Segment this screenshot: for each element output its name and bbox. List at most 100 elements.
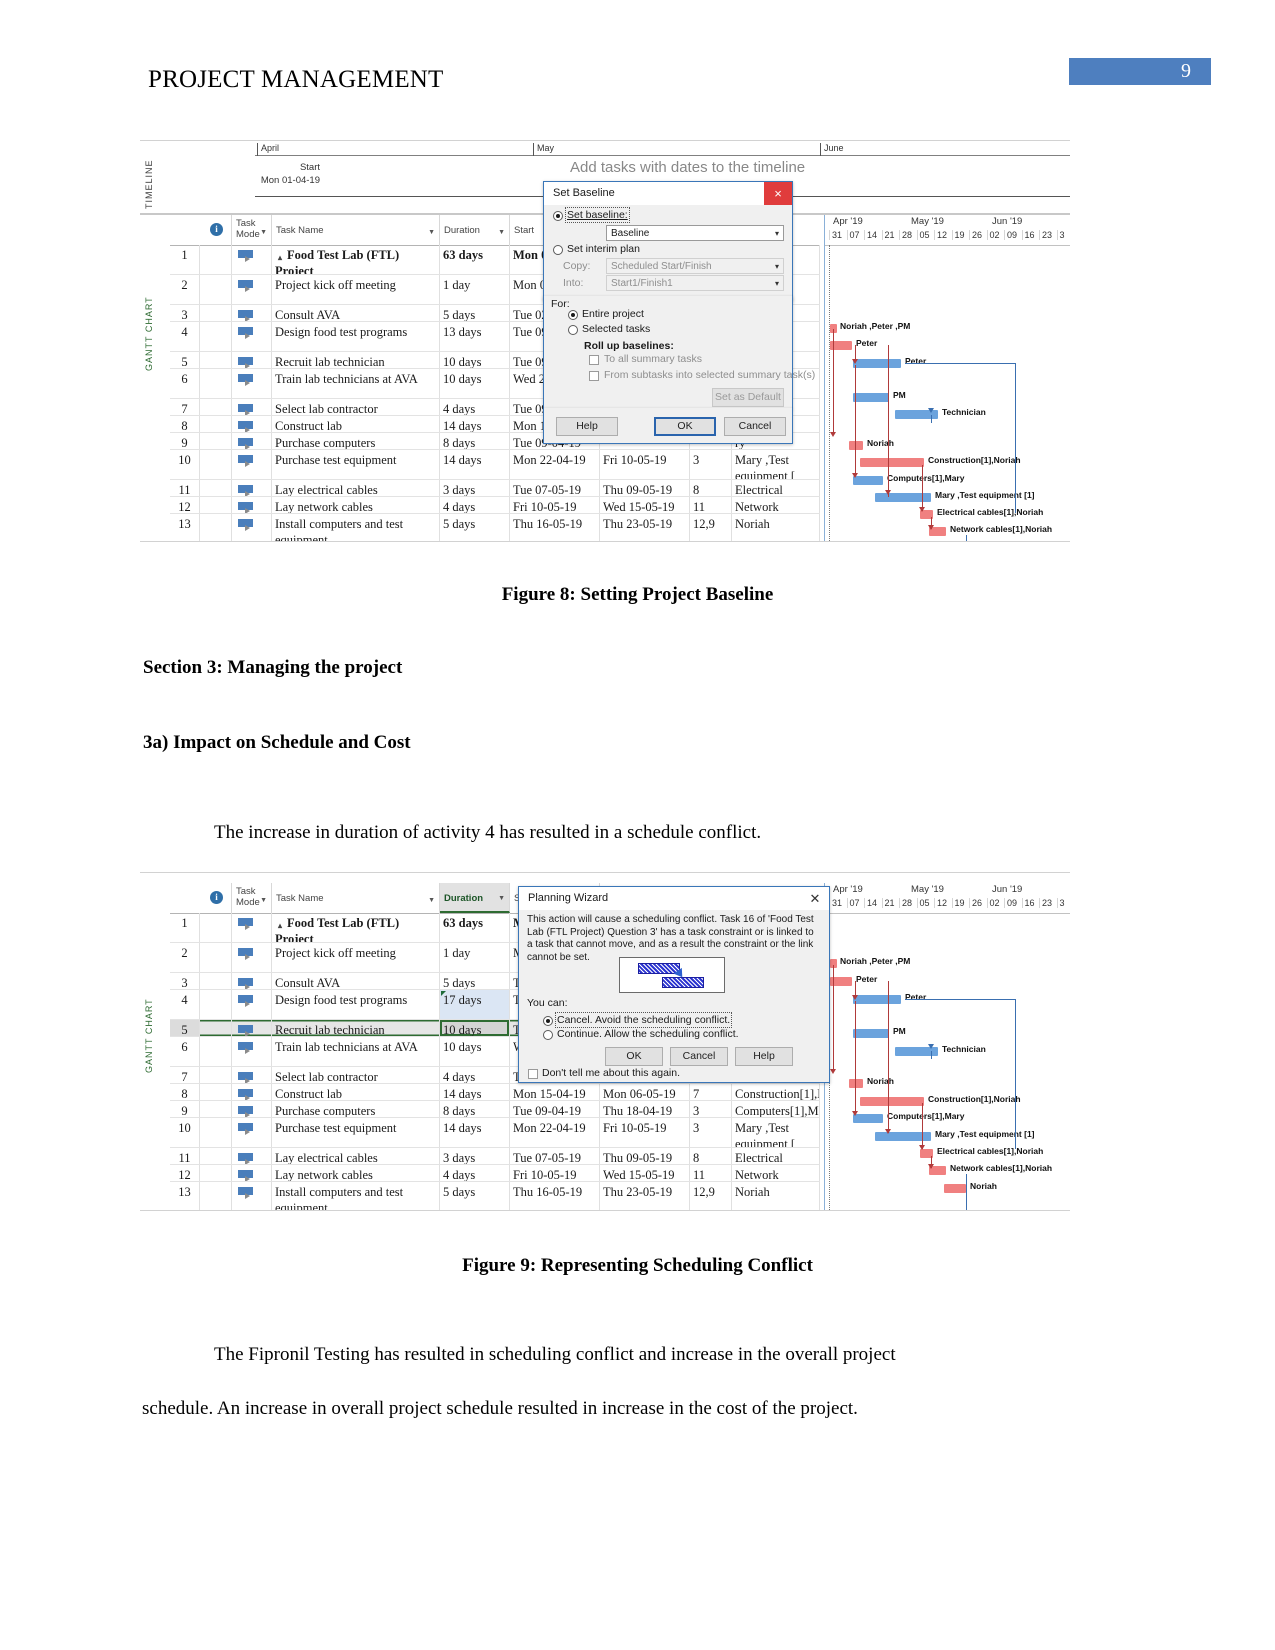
- task-mode-cell[interactable]: [232, 399, 272, 415]
- table-row[interactable]: 9 Purchase computers 8 days Tue 09-04-19 Thu…: [170, 1101, 820, 1118]
- task-name-cell[interactable]: Select lab contractor: [272, 1067, 440, 1083]
- duration-cell[interactable]: 10 days: [440, 369, 510, 398]
- row-id-cell[interactable]: 12: [170, 497, 200, 513]
- duration-cell[interactable]: 5 days: [440, 514, 510, 541]
- indicator-cell[interactable]: [200, 1084, 232, 1100]
- task-mode-cell[interactable]: [232, 943, 272, 972]
- duration-cell[interactable]: 63 days: [440, 245, 510, 274]
- start-cell[interactable]: Fri 10-05-19: [510, 497, 600, 513]
- start-cell[interactable]: Mon 22-04-19: [510, 1118, 600, 1147]
- row-id-cell[interactable]: 5: [170, 1020, 200, 1036]
- column-header-duration[interactable]: Duration ▼: [440, 215, 510, 245]
- resource-names-cell[interactable]: Noriah: [732, 1182, 820, 1210]
- indicator-cell[interactable]: [200, 275, 232, 304]
- column-header-task-mode[interactable]: Task Mode ▼: [232, 215, 272, 245]
- task-mode-cell[interactable]: [232, 1020, 272, 1036]
- task-name-cell[interactable]: ▴ Food Test Lab (FTL) Project: [272, 913, 440, 942]
- gantt-bar[interactable]: [860, 458, 924, 467]
- task-mode-cell[interactable]: [232, 1148, 272, 1164]
- finish-cell[interactable]: Thu 09-05-19: [600, 1148, 690, 1164]
- task-name-cell[interactable]: Construct lab: [272, 1084, 440, 1100]
- predecessors-cell[interactable]: 11: [690, 497, 732, 513]
- table-row[interactable]: 8 Construct lab 14 days Mon 15-04-19 Mon 06-…: [170, 1084, 820, 1101]
- ok-button[interactable]: OK: [654, 417, 716, 436]
- column-header-indicator[interactable]: [200, 883, 232, 913]
- finish-cell[interactable]: Wed 15-05-19: [600, 497, 690, 513]
- task-name-cell[interactable]: Select lab contractor: [272, 399, 440, 415]
- duration-cell[interactable]: 8 days: [440, 433, 510, 449]
- predecessors-cell[interactable]: 3: [690, 1118, 732, 1147]
- duration-cell[interactable]: 8 days: [440, 1101, 510, 1117]
- indicator-cell[interactable]: [200, 399, 232, 415]
- finish-cell[interactable]: Thu 18-04-19: [600, 1101, 690, 1117]
- finish-cell[interactable]: Thu 23-05-19: [600, 514, 690, 541]
- indicator-cell[interactable]: [200, 514, 232, 541]
- row-id-cell[interactable]: 3: [170, 305, 200, 321]
- predecessors-cell[interactable]: 8: [690, 480, 732, 496]
- column-header-duration[interactable]: Duration ▼: [440, 883, 510, 913]
- predecessors-cell[interactable]: 3: [690, 1101, 732, 1117]
- row-id-cell[interactable]: 11: [170, 1148, 200, 1164]
- resource-names-cell[interactable]: Network cables[1],Nor: [732, 497, 820, 513]
- task-mode-cell[interactable]: [232, 913, 272, 942]
- task-mode-cell[interactable]: [232, 416, 272, 432]
- row-id-cell[interactable]: 9: [170, 1101, 200, 1117]
- duration-cell[interactable]: 10 days: [440, 1020, 510, 1036]
- start-cell[interactable]: Tue 09-04-19: [510, 1101, 600, 1117]
- task-mode-cell[interactable]: [232, 245, 272, 274]
- radio-set-interim-plan[interactable]: [553, 245, 563, 255]
- indicator-cell[interactable]: [200, 305, 232, 321]
- table-row[interactable]: 12 Lay network cables 4 days Fri 10-05-19 We…: [170, 1165, 820, 1182]
- task-name-cell[interactable]: Purchase computers: [272, 433, 440, 449]
- table-row[interactable]: 12 Lay network cables 4 days Fri 10-05-19 We…: [170, 497, 820, 514]
- column-header-task-name[interactable]: Task Name ▼: [272, 883, 440, 913]
- indicator-cell[interactable]: [200, 1020, 232, 1036]
- duration-cell[interactable]: 1 day: [440, 943, 510, 972]
- start-cell[interactable]: Mon 15-04-19: [510, 1084, 600, 1100]
- start-cell[interactable]: Tue 07-05-19: [510, 1148, 600, 1164]
- indicator-cell[interactable]: [200, 1037, 232, 1066]
- radio-cancel-avoid-conflict[interactable]: [543, 1016, 553, 1026]
- duration-cell[interactable]: 14 days: [440, 450, 510, 479]
- indicator-cell[interactable]: [200, 480, 232, 496]
- chevron-down-icon[interactable]: ▼: [260, 895, 267, 906]
- resource-names-cell[interactable]: Construction[1],Noriah: [732, 1084, 820, 1100]
- duration-cell[interactable]: 14 days: [440, 416, 510, 432]
- task-mode-cell[interactable]: [232, 1165, 272, 1181]
- predecessors-cell[interactable]: 3: [690, 450, 732, 479]
- chevron-down-icon[interactable]: ▾: [775, 279, 779, 288]
- row-id-cell[interactable]: 7: [170, 1067, 200, 1083]
- row-id-cell[interactable]: 8: [170, 416, 200, 432]
- predecessors-cell[interactable]: 12,9: [690, 514, 732, 541]
- indicator-cell[interactable]: [200, 1182, 232, 1210]
- row-id-cell[interactable]: 5: [170, 352, 200, 368]
- set-as-default-button[interactable]: Set as Default: [712, 388, 784, 407]
- chevron-down-icon[interactable]: ▼: [260, 227, 267, 238]
- chevron-down-icon[interactable]: ▼: [428, 895, 435, 906]
- table-row[interactable]: 13 Install computers and test equipment 5 …: [170, 1182, 820, 1210]
- chevron-down-icon[interactable]: ▼: [498, 227, 505, 238]
- radio-entire-project[interactable]: [568, 310, 578, 320]
- task-name-cell[interactable]: Lay electrical cables: [272, 1148, 440, 1164]
- resource-names-cell[interactable]: Noriah: [732, 514, 820, 541]
- indicator-cell[interactable]: [200, 1118, 232, 1147]
- table-row[interactable]: 13 Install computers and test equipment 5 …: [170, 514, 820, 541]
- row-id-cell[interactable]: 6: [170, 1037, 200, 1066]
- task-mode-cell[interactable]: [232, 990, 272, 1019]
- row-id-cell[interactable]: 2: [170, 943, 200, 972]
- row-id-cell[interactable]: 13: [170, 1182, 200, 1210]
- task-name-cell[interactable]: Lay network cables: [272, 497, 440, 513]
- task-mode-cell[interactable]: [232, 1067, 272, 1083]
- finish-cell[interactable]: Fri 10-05-19: [600, 450, 690, 479]
- task-mode-cell[interactable]: [232, 1037, 272, 1066]
- task-name-cell[interactable]: Design food test programs: [272, 322, 440, 351]
- duration-cell[interactable]: 3 days: [440, 1148, 510, 1164]
- radio-continue-allow-conflict[interactable]: [543, 1030, 553, 1040]
- row-id-cell[interactable]: 6: [170, 369, 200, 398]
- task-mode-cell[interactable]: [232, 433, 272, 449]
- gantt-bar[interactable]: [853, 359, 901, 368]
- duration-cell[interactable]: 4 days: [440, 1067, 510, 1083]
- help-button[interactable]: Help: [735, 1047, 793, 1066]
- indicator-cell[interactable]: [200, 973, 232, 989]
- planning-wizard-dialog[interactable]: Planning Wizard ✕ This action will cause…: [518, 886, 830, 1083]
